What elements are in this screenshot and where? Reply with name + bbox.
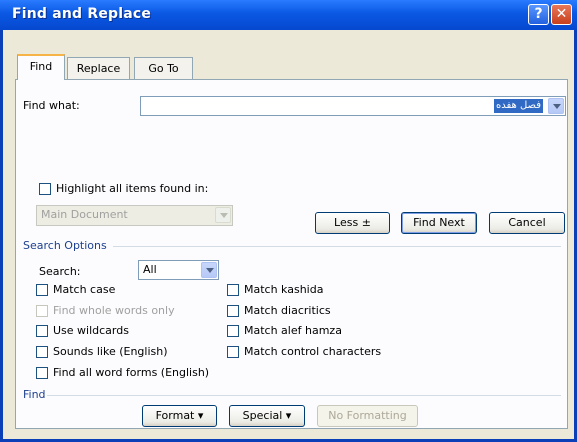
match-control-chars-label: Match control characters (244, 345, 382, 358)
find-next-button[interactable]: Find Next (401, 212, 477, 234)
close-icon[interactable]: ✕ (551, 4, 572, 25)
highlight-scope-select: Main Document (36, 205, 233, 226)
find-what-label: Find what: (23, 99, 80, 112)
match-alef-hamza-checkbox[interactable] (227, 325, 239, 337)
word-forms-label: Find all word forms (English) (53, 366, 210, 379)
match-case-label: Match case (53, 283, 116, 296)
help-icon[interactable]: ? (528, 4, 549, 25)
whole-words-label: Find whole words only (53, 304, 175, 317)
match-kashida-label: Match kashida (244, 283, 324, 296)
window-title: Find and Replace (12, 6, 152, 22)
highlight-scope-value: Main Document (41, 208, 128, 221)
word-forms-checkbox[interactable] (36, 367, 48, 379)
less-button[interactable]: Less ± (315, 212, 390, 234)
match-kashida-checkbox[interactable] (227, 284, 239, 296)
wildcards-checkbox[interactable] (36, 325, 48, 337)
whole-words-checkbox (36, 305, 48, 317)
search-options-header: Search Options (23, 239, 107, 252)
special-button[interactable]: Special ▾ (229, 405, 305, 427)
highlight-checkbox[interactable] (39, 183, 51, 195)
match-alef-hamza-label: Match alef hamza (244, 324, 342, 337)
wildcards-label: Use wildcards (53, 324, 129, 337)
chevron-down-icon[interactable] (201, 262, 217, 278)
match-diacritics-checkbox[interactable] (227, 305, 239, 317)
title-bar[interactable]: Find and Replace ? ✕ (0, 0, 577, 30)
chevron-down-icon (215, 207, 231, 223)
sounds-like-checkbox[interactable] (36, 346, 48, 358)
find-section-divider (47, 395, 561, 396)
cancel-button[interactable]: Cancel (489, 212, 565, 234)
find-what-value: فصل هفده (493, 99, 543, 113)
find-what-input[interactable]: فصل هفده (140, 96, 566, 116)
no-formatting-button: No Formatting (317, 405, 418, 427)
highlight-label: Highlight all items found in: (56, 182, 209, 195)
find-section-header: Find (23, 388, 46, 401)
search-label: Search: (39, 265, 81, 278)
match-diacritics-label: Match diacritics (244, 304, 331, 317)
find-replace-dialog: Find and Replace ? ✕ Find Replace Go To … (0, 0, 577, 442)
tab-replace[interactable]: Replace (67, 57, 130, 79)
search-direction-value: All (143, 263, 157, 276)
sounds-like-label: Sounds like (English) (53, 345, 168, 358)
search-options-divider (113, 246, 561, 247)
chevron-down-icon[interactable] (548, 98, 564, 114)
search-direction-select[interactable]: All (138, 260, 219, 280)
tab-find[interactable]: Find (17, 54, 65, 80)
match-control-chars-checkbox[interactable] (227, 346, 239, 358)
match-case-checkbox[interactable] (36, 284, 48, 296)
tab-go-to[interactable]: Go To (134, 57, 193, 79)
format-button[interactable]: Format ▾ (142, 405, 217, 427)
